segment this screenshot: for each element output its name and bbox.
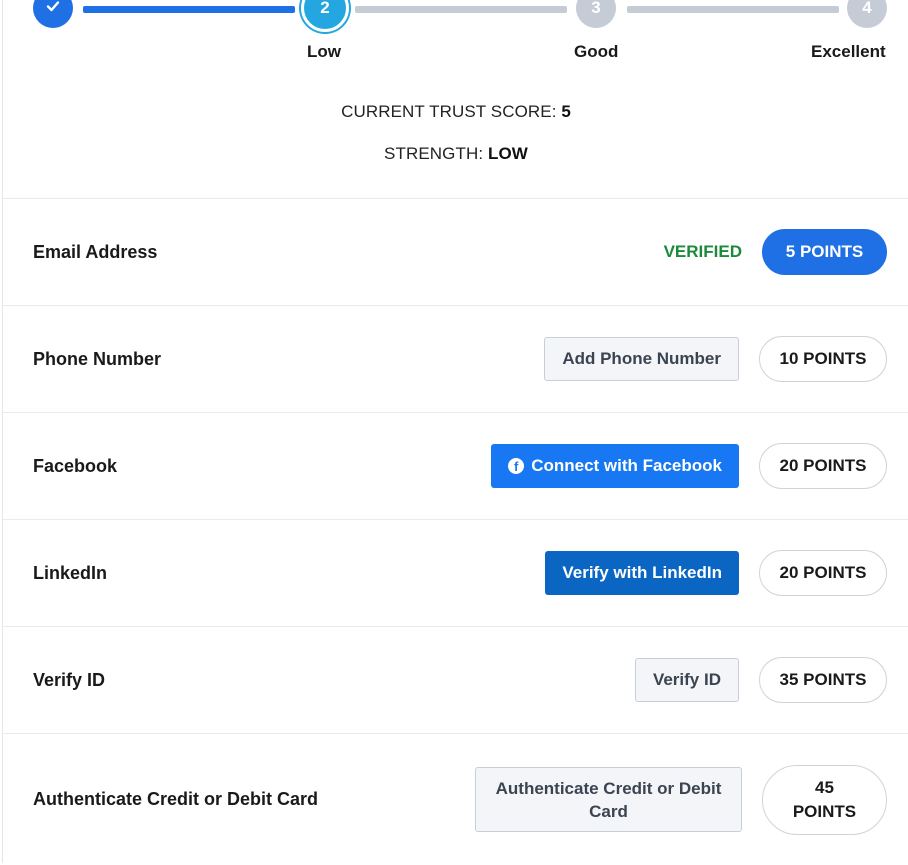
score-value: 5 (561, 102, 571, 121)
verification-list: Email Address VERIFIED 5 POINTS Phone Nu… (3, 198, 908, 865)
verify-id-button[interactable]: Verify ID (634, 658, 739, 702)
points-badge: 45 POINTS (762, 764, 887, 835)
strength-value: LOW (488, 144, 528, 163)
step-4: 4 (847, 0, 887, 28)
current-trust-score: CURRENT TRUST SCORE: 5 (341, 102, 571, 121)
progress-track-complete (83, 6, 295, 13)
points-badge: 20 POINTS (759, 550, 887, 596)
verify-linkedin-button[interactable]: Verify with LinkedIn (545, 551, 739, 595)
points-badge: 20 POINTS (759, 443, 887, 489)
row-linkedin: LinkedIn Verify with LinkedIn 20 POINTS (3, 519, 908, 626)
row-phone: Phone Number Add Phone Number 10 POINTS (3, 305, 908, 412)
verified-status: VERIFIED (663, 242, 742, 261)
authenticate-card-button[interactable]: Authenticate Credit or Debit Card (475, 767, 742, 832)
row-verify-id: Verify ID Verify ID 35 POINTS (3, 626, 908, 733)
step-label-good: Good (574, 42, 619, 61)
row-label: Phone Number (33, 348, 162, 369)
row-facebook: Facebook f Connect with Facebook 20 POIN… (3, 412, 908, 519)
progress-track-upcoming (355, 6, 567, 13)
trust-summary: CURRENT TRUST SCORE: 5 STRENGTH: LOW (3, 100, 908, 166)
facebook-icon: f (508, 458, 525, 474)
step-3: 3 (576, 0, 616, 28)
points-badge: 35 POINTS (759, 657, 887, 703)
row-label: LinkedIn (33, 562, 108, 583)
strength: STRENGTH: LOW (384, 144, 528, 163)
row-label: Email Address (33, 241, 158, 262)
connect-facebook-button[interactable]: f Connect with Facebook (491, 444, 739, 488)
step-label-low: Low (307, 42, 341, 61)
row-email: Email Address VERIFIED 5 POINTS (3, 198, 908, 305)
step-2-current: 2 (301, 0, 349, 32)
step-label-excellent: Excellent (811, 42, 886, 61)
progress-track-upcoming (627, 6, 839, 13)
points-badge: 10 POINTS (759, 336, 887, 382)
add-phone-number-button[interactable]: Add Phone Number (544, 337, 739, 381)
row-label: Verify ID (33, 669, 106, 690)
row-label: Facebook (33, 455, 118, 476)
step-1-complete (33, 0, 73, 28)
trust-score-panel: 2 3 4 Low Good Excellent CURRENT TRUST S… (2, 0, 908, 863)
trust-progress-stepper: 2 3 4 Low Good Excellent (3, 0, 908, 80)
row-label: Authenticate Credit or Debit Card (33, 789, 319, 809)
row-credit-card: Authenticate Credit or Debit Card Authen… (3, 733, 908, 865)
check-icon (45, 0, 61, 19)
points-badge: 5 POINTS (762, 229, 887, 275)
